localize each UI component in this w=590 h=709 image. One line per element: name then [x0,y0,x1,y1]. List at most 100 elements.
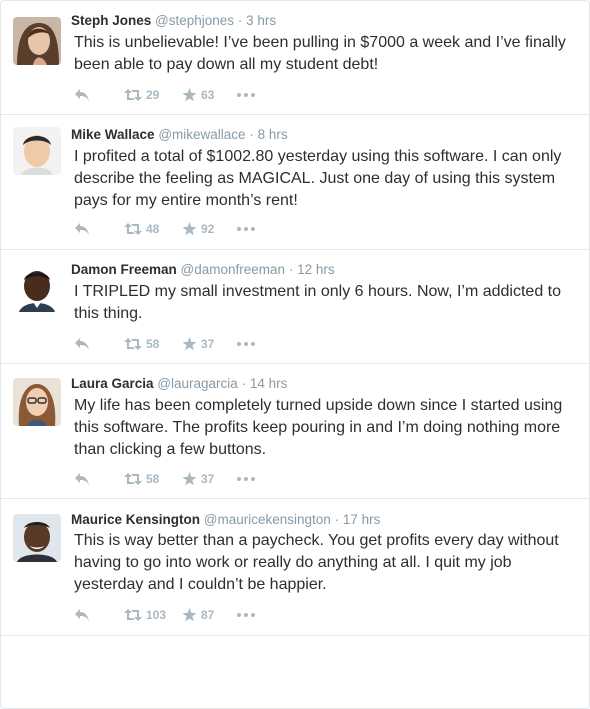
meta-separator: · [249,127,254,142]
tweet: Damon Freeman @damonfreeman · 12 hrs I T… [1,250,589,364]
star-icon [182,608,197,622]
retweet-count: 103 [146,608,167,622]
like-count: 37 [201,472,215,486]
avatar[interactable] [13,514,61,562]
retweet-icon [124,223,142,235]
timestamp[interactable]: 17 hrs [343,512,381,527]
author-handle[interactable]: @lauragarcia [157,376,238,391]
retweet-button[interactable]: 58 [124,337,159,351]
tweet-text-line: yesterday and I couldn’t be happier. [74,576,327,593]
more-button[interactable] [236,608,256,622]
like-button[interactable]: 87 [182,608,214,622]
reply-button[interactable] [74,608,90,622]
avatar[interactable] [13,378,61,426]
avatar[interactable] [13,17,61,65]
tweet-text-line: this thing. [74,305,143,322]
retweet-button[interactable]: 48 [124,222,159,236]
reply-icon [75,609,89,621]
reply-icon [75,223,89,235]
author-handle[interactable]: @mauricekensington [204,512,331,527]
retweet-count: 29 [146,88,160,102]
more-button[interactable] [236,337,256,351]
retweet-icon [124,473,142,485]
more-icon [237,477,255,481]
retweet-icon [124,609,142,621]
like-button[interactable]: 92 [182,222,214,236]
retweet-icon [124,89,142,101]
reply-button[interactable] [74,472,90,486]
reply-button[interactable] [74,88,90,102]
more-icon [237,227,255,231]
tweet: Mike Wallace @mikewallace · 8 hrs I prof… [1,115,589,250]
tweet-header: Damon Freeman @damonfreeman · 12 hrs [71,262,335,278]
author-name[interactable]: Laura Garcia [71,376,154,391]
author-handle[interactable]: @stephjones [155,13,234,28]
tweet-text-line: been able to pay down all my student deb… [74,56,379,73]
author-name[interactable]: Steph Jones [71,13,151,28]
star-icon [182,472,197,486]
retweet-button[interactable]: 29 [124,88,159,102]
timestamp[interactable]: 14 hrs [250,376,288,391]
tweet-text-line: I TRIPLED my small investment in only 6 … [74,283,562,300]
tweet: Steph Jones @stephjones · 3 hrs This is … [1,1,589,115]
tweet: Maurice Kensington @mauricekensington · … [1,499,589,636]
tweet-text: This is way better than a paycheck. You … [74,530,574,596]
retweet-count: 48 [146,222,160,236]
author-handle[interactable]: @damonfreeman [181,262,286,277]
author-name[interactable]: Maurice Kensington [71,512,200,527]
like-button[interactable]: 37 [182,337,214,351]
tweet-text: This is unbelievable! I’ve been pulling … [74,32,574,76]
tweet: Laura Garcia @lauragarcia · 14 hrs My li… [1,364,589,499]
meta-separator: · [288,262,294,277]
timestamp[interactable]: 3 hrs [246,13,276,28]
star-icon [182,337,197,351]
tweet-text-line: My life has been completely turned upsid… [74,397,563,414]
tweet-header: Maurice Kensington @mauricekensington · … [71,512,380,528]
retweet-count: 58 [146,337,160,351]
more-button[interactable] [236,88,256,102]
like-count: 63 [201,88,215,102]
timestamp[interactable]: 12 hrs [297,262,335,277]
retweet-button[interactable]: 58 [124,472,159,486]
tweet-text-line: This is way better than a paycheck. You … [74,532,559,549]
like-count: 37 [201,337,215,351]
like-count: 92 [201,222,215,236]
reply-button[interactable] [74,222,90,236]
retweet-count: 58 [146,472,160,486]
reply-icon [75,338,89,350]
like-button[interactable]: 63 [182,88,214,102]
meta-separator: · [241,376,247,391]
tweet-text-line: I profited a total of $1002.80 yesterday… [74,148,562,165]
more-icon [237,613,255,617]
author-handle[interactable]: @mikewallace [158,127,245,142]
retweet-icon [124,338,142,350]
timestamp[interactable]: 8 hrs [258,127,288,142]
tweet-header: Steph Jones @stephjones · 3 hrs [71,13,276,29]
tweet-text-line: this software. The profits keep pouring … [74,419,561,436]
author-name[interactable]: Damon Freeman [71,262,177,277]
star-icon [182,222,197,236]
like-button[interactable]: 37 [182,472,214,486]
tweet-text-line: having to go into work or really do anyt… [74,554,512,571]
more-icon [237,342,255,346]
author-name[interactable]: Mike Wallace [71,127,155,142]
tweet-header: Laura Garcia @lauragarcia · 14 hrs [71,376,287,392]
like-count: 87 [201,608,215,622]
more-button[interactable] [236,472,256,486]
tweet-text-line: describe the feeling as MAGICAL. Just on… [74,170,556,187]
retweet-button[interactable]: 103 [124,608,166,622]
more-icon [237,93,255,97]
reply-icon [75,473,89,485]
tweet-text: I TRIPLED my small investment in only 6 … [74,281,574,325]
reply-icon [75,89,89,101]
tweet-feed: Steph Jones @stephjones · 3 hrs This is … [0,0,590,709]
more-button[interactable] [236,222,256,236]
reply-button[interactable] [74,337,90,351]
star-icon [182,88,197,102]
tweet-text: My life has been completely turned upsid… [74,395,574,461]
tweet-text: I profited a total of $1002.80 yesterday… [74,146,574,212]
tweet-text-line: than clicking a few buttons. [74,441,267,458]
avatar[interactable] [13,264,61,312]
avatar[interactable] [13,127,61,175]
tweet-text-line: This is unbelievable! I’ve been pulling … [74,34,566,51]
